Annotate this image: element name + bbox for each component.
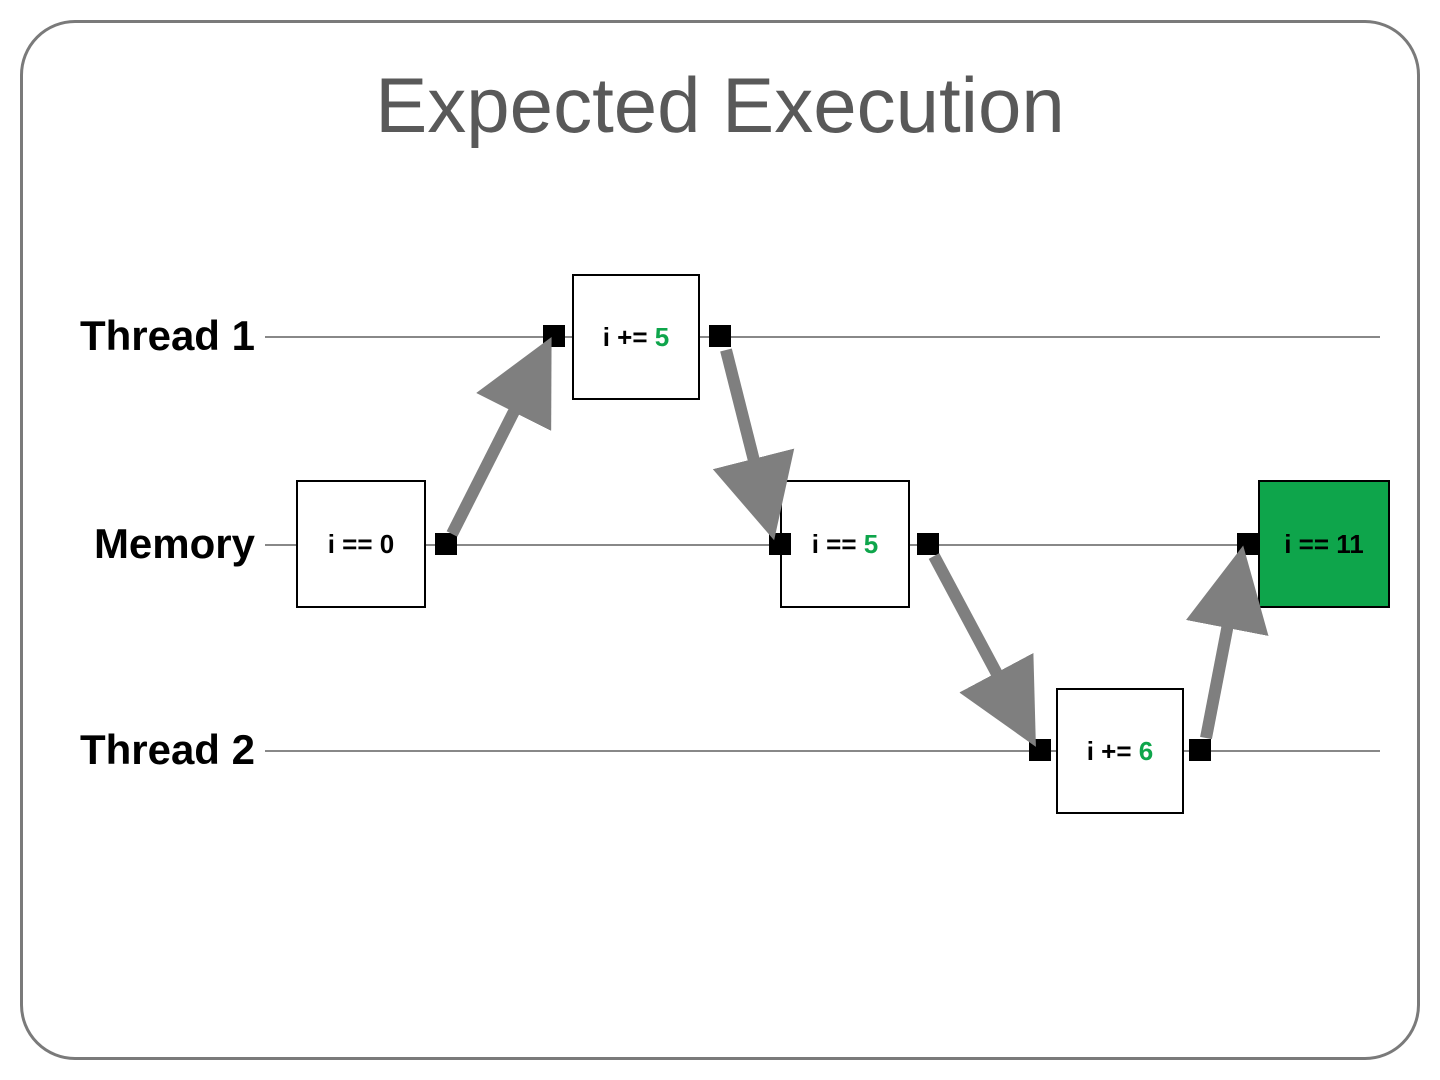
text-prefix: i == <box>1284 529 1336 559</box>
marker <box>769 533 791 555</box>
box-memory-end: i == 11 <box>1258 480 1390 608</box>
slide-title: Expected Execution <box>0 60 1440 151</box>
lane-label-thread2: Thread 2 <box>40 726 255 774</box>
marker <box>709 325 731 347</box>
box-memory-mid: i == 5 <box>780 480 910 608</box>
marker <box>543 325 565 347</box>
text-value: 6 <box>1139 736 1153 766</box>
box-thread1-op: i += 5 <box>572 274 700 400</box>
text-prefix: i == <box>328 529 380 559</box>
timeline-thread2 <box>265 750 1380 752</box>
box-memory-start: i == 0 <box>296 480 426 608</box>
text-value: 5 <box>655 322 669 352</box>
lane-label-thread1: Thread 1 <box>40 312 255 360</box>
text-prefix: i += <box>603 322 655 352</box>
text-value: 11 <box>1336 529 1364 559</box>
lane-label-memory: Memory <box>40 520 255 568</box>
marker <box>1029 739 1051 761</box>
text-value: 5 <box>864 529 878 559</box>
marker <box>1189 739 1211 761</box>
timeline-thread1 <box>265 336 1380 338</box>
text-value: 0 <box>380 529 394 559</box>
marker <box>1237 533 1259 555</box>
marker <box>917 533 939 555</box>
marker <box>435 533 457 555</box>
text-prefix: i += <box>1087 736 1139 766</box>
text-prefix: i == <box>812 529 864 559</box>
box-thread2-op: i += 6 <box>1056 688 1184 814</box>
